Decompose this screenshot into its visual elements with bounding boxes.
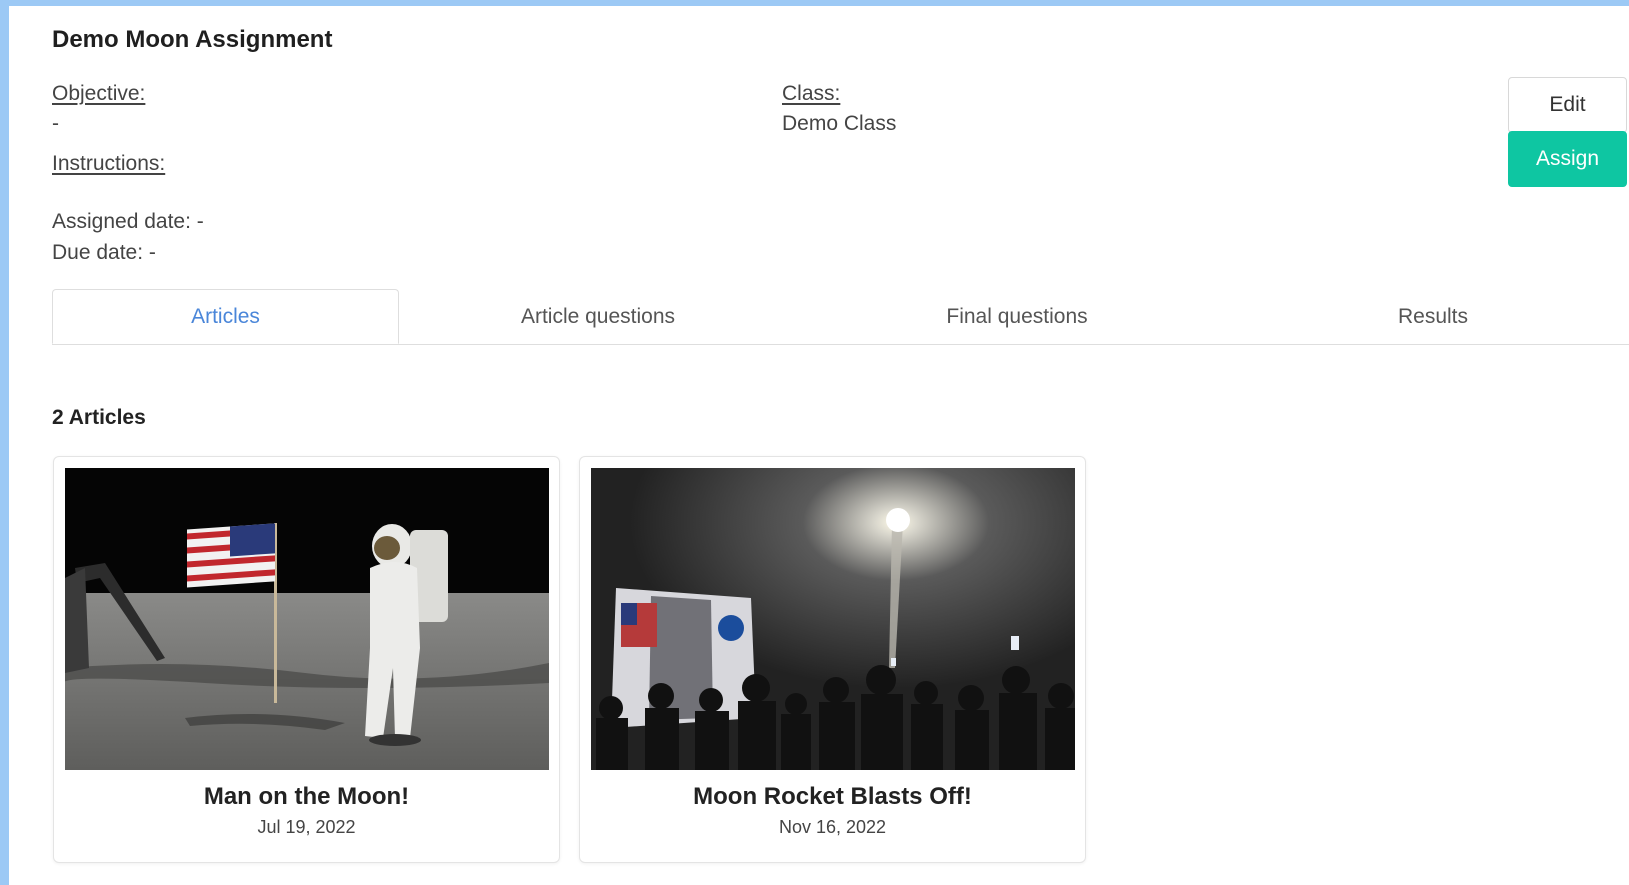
assigned-date: Assigned date: - xyxy=(52,210,204,233)
due-date: Due date: - xyxy=(52,241,156,264)
articles-count: 2 Articles xyxy=(52,406,146,429)
objective-label: Objective: xyxy=(52,82,146,105)
article-image xyxy=(591,468,1075,770)
article-card[interactable]: Moon Rocket Blasts Off! Nov 16, 2022 xyxy=(579,456,1086,863)
instructions-label: Instructions: xyxy=(52,152,166,175)
assign-button[interactable]: Assign xyxy=(1508,131,1627,187)
page-title: Demo Moon Assignment xyxy=(52,26,333,53)
article-image xyxy=(65,468,549,770)
class-label: Class: xyxy=(782,82,841,105)
tab-articles[interactable]: Articles xyxy=(52,289,399,344)
tab-final-questions[interactable]: Final questions xyxy=(797,289,1237,344)
tab-results[interactable]: Results xyxy=(1237,289,1629,344)
objective-value: - xyxy=(52,112,59,135)
class-value: Demo Class xyxy=(782,112,897,135)
article-title: Man on the Moon! xyxy=(203,783,410,810)
assignment-panel: Demo Moon Assignment Objective: - Instru… xyxy=(9,6,1629,885)
article-date: Jul 19, 2022 xyxy=(257,817,356,837)
rocket-launch-crowd-photo xyxy=(591,468,1075,770)
astronaut-flag-moon-photo xyxy=(65,468,549,770)
edit-button[interactable]: Edit xyxy=(1508,77,1627,133)
tab-article-questions[interactable]: Article questions xyxy=(399,289,797,344)
article-date: Nov 16, 2022 xyxy=(778,817,887,837)
article-title: Moon Rocket Blasts Off! xyxy=(693,783,972,810)
article-card[interactable]: Man on the Moon! Jul 19, 2022 xyxy=(53,456,560,863)
tab-bar: Articles Article questions Final questio… xyxy=(52,289,1629,345)
